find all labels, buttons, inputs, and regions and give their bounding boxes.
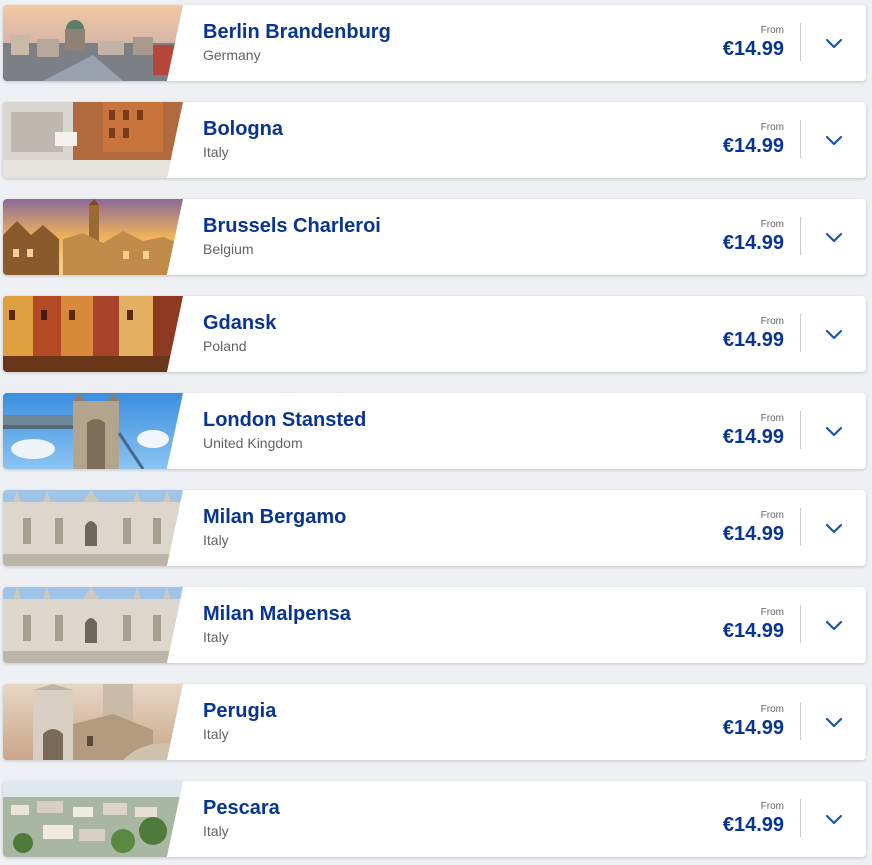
price-block: From €14.99: [723, 219, 784, 255]
price-value: €14.99: [722, 38, 784, 60]
price-block: From €14.99: [723, 510, 784, 546]
price-value: €14.99: [722, 814, 784, 836]
destination-image: [3, 781, 183, 857]
price-value: €14.99: [722, 329, 784, 351]
destination-image: [3, 393, 183, 469]
price-value: €14.99: [722, 135, 784, 157]
price-block: From €14.99: [723, 607, 784, 643]
price-block: From €14.99: [723, 413, 784, 449]
chevron-down-icon[interactable]: [822, 419, 846, 443]
chevron-down-icon[interactable]: [822, 322, 846, 346]
chevron-down-icon[interactable]: [822, 128, 846, 152]
destination-card[interactable]: Milan Bergamo Italy From €14.99: [3, 490, 866, 566]
divider: [800, 799, 801, 837]
from-label: From: [760, 704, 784, 715]
destination-country: Italy: [203, 144, 229, 160]
destination-country: Belgium: [203, 241, 254, 257]
divider: [800, 605, 801, 643]
destination-city: Milan Bergamo: [203, 506, 347, 528]
from-label: From: [760, 607, 784, 618]
price-block: From €14.99: [723, 704, 784, 740]
destination-list: Berlin Brandenburg Germany From €14.99 B…: [0, 0, 872, 865]
destination-city: London Stansted: [203, 409, 367, 431]
divider: [800, 120, 801, 158]
destination-city: Gdansk: [203, 312, 277, 334]
destination-image: [3, 199, 183, 275]
price-block: From €14.99: [723, 122, 784, 158]
from-label: From: [760, 219, 784, 230]
chevron-down-icon[interactable]: [822, 613, 846, 637]
destination-card[interactable]: Pescara Italy From €14.99: [3, 781, 866, 857]
price-block: From €14.99: [723, 316, 784, 352]
price-value: €14.99: [722, 620, 784, 642]
price-value: €14.99: [722, 523, 784, 545]
destination-card[interactable]: Gdansk Poland From €14.99: [3, 296, 866, 372]
destination-country: Italy: [203, 726, 229, 742]
divider: [800, 23, 801, 61]
from-label: From: [760, 316, 784, 327]
from-label: From: [760, 510, 784, 521]
destination-card[interactable]: London Stansted United Kingdom From €14.…: [3, 393, 866, 469]
divider: [800, 508, 801, 546]
destination-card[interactable]: Perugia Italy From €14.99: [3, 684, 866, 760]
destination-country: Italy: [203, 823, 229, 839]
destination-city: Brussels Charleroi: [203, 215, 381, 237]
chevron-down-icon[interactable]: [822, 31, 846, 55]
from-label: From: [760, 801, 784, 812]
destination-country: Italy: [203, 629, 229, 645]
destination-city: Pescara: [203, 797, 280, 819]
chevron-down-icon[interactable]: [822, 225, 846, 249]
destination-city: Bologna: [203, 118, 283, 140]
chevron-down-icon[interactable]: [822, 710, 846, 734]
price-value: €14.99: [722, 426, 784, 448]
destination-card[interactable]: Milan Malpensa Italy From €14.99: [3, 587, 866, 663]
destination-country: United Kingdom: [203, 435, 303, 451]
destination-city: Perugia: [203, 700, 277, 722]
destination-country: Germany: [203, 47, 261, 63]
from-label: From: [760, 122, 784, 133]
from-label: From: [760, 413, 784, 424]
destination-card[interactable]: Berlin Brandenburg Germany From €14.99: [3, 5, 866, 81]
divider: [800, 411, 801, 449]
destination-country: Poland: [203, 338, 247, 354]
destination-card[interactable]: Bologna Italy From €14.99: [3, 102, 866, 178]
price-value: €14.99: [722, 717, 784, 739]
chevron-down-icon[interactable]: [822, 807, 846, 831]
price-block: From €14.99: [723, 25, 784, 61]
divider: [800, 217, 801, 255]
destination-image: [3, 296, 183, 372]
from-label: From: [760, 25, 784, 36]
price-value: €14.99: [722, 232, 784, 254]
divider: [800, 702, 801, 740]
destination-city: Milan Malpensa: [203, 603, 351, 625]
destination-image: [3, 490, 183, 566]
destination-image: [3, 102, 183, 178]
destination-card[interactable]: Brussels Charleroi Belgium From €14.99: [3, 199, 866, 275]
destination-city: Berlin Brandenburg: [203, 21, 391, 43]
price-block: From €14.99: [723, 801, 784, 837]
destination-image: [3, 5, 183, 81]
destination-country: Italy: [203, 532, 229, 548]
chevron-down-icon[interactable]: [822, 516, 846, 540]
destination-image: [3, 684, 183, 760]
divider: [800, 314, 801, 352]
destination-image: [3, 587, 183, 663]
